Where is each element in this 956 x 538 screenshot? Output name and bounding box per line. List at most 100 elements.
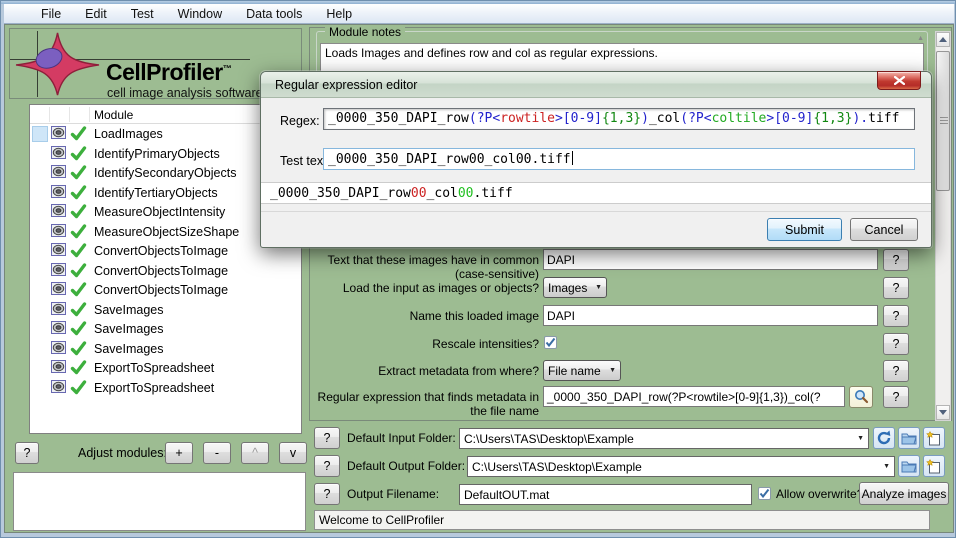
output-filename-help-button[interactable]: ? — [314, 483, 340, 505]
help-button[interactable]: ? — [883, 386, 909, 408]
app-title: CellProfiler™ — [106, 59, 231, 86]
output-folder-combo[interactable]: C:\Users\TAS\Desktop\Example ▼ — [467, 456, 895, 477]
chevron-down-icon[interactable]: ▼ — [877, 463, 890, 470]
module-icon — [51, 224, 66, 237]
input-folder-combo[interactable]: C:\Users\TAS\Desktop\Example ▼ — [459, 428, 869, 449]
regex-field[interactable]: _0000_350_DAPI_row(?P<rowtile>[0-9]{1,3}… — [323, 108, 915, 130]
app-tagline: cell image analysis software — [107, 86, 263, 100]
test-text-value: _0000_350_DAPI_row00_col00.tiff — [328, 152, 571, 167]
close-button[interactable] — [877, 71, 921, 90]
setting-label: Regular expression that finds metadata i… — [311, 390, 539, 418]
setting-input[interactable]: DAPI — [543, 249, 878, 270]
regex-token: _0000_350_DAPI_row — [328, 111, 469, 126]
folder-icon — [901, 459, 917, 473]
menu-item-edit[interactable]: Edit — [74, 5, 118, 23]
regex-token: [0-9] — [774, 111, 813, 126]
setting-input[interactable]: _0000_350_DAPI_row(?P<rowtile>[0-9]{1,3}… — [543, 386, 845, 407]
add-module-button[interactable]: + — [165, 442, 193, 464]
app-title-text: CellProfiler — [106, 59, 223, 85]
module-icon — [51, 243, 66, 256]
allow-overwrite-checkbox[interactable] — [758, 487, 771, 500]
browse-output-folder-button[interactable] — [898, 455, 920, 477]
refresh-folder-button[interactable] — [873, 427, 895, 449]
menu-item-test[interactable]: Test — [120, 5, 165, 23]
module-row[interactable]: SaveImages — [30, 339, 301, 359]
module-row[interactable]: ExportToSpreadsheet — [30, 378, 301, 398]
test-text-input[interactable]: _0000_350_DAPI_row00_col00.tiff — [323, 148, 915, 170]
setting-input[interactable]: DAPI — [543, 305, 878, 326]
selection-cell — [32, 165, 48, 181]
submit-button[interactable]: Submit — [767, 218, 842, 241]
help-button[interactable]: ? — [883, 305, 909, 327]
setting-row: Name this loaded imageDAPI? — [311, 305, 949, 329]
input-folder-help-button[interactable]: ? — [314, 427, 340, 449]
chevron-down-icon: ▼ — [603, 367, 616, 374]
new-output-folder-button[interactable] — [923, 455, 945, 477]
check-icon — [70, 204, 87, 219]
move-module-up-button[interactable]: ^ — [241, 442, 269, 464]
regex-editor-dialog: Regular expression editor Regex: _0000_3… — [260, 71, 932, 248]
check-icon — [70, 185, 87, 200]
module-icon — [51, 204, 66, 217]
regex-magnifier-button[interactable] — [849, 386, 873, 408]
help-button[interactable]: ? — [883, 249, 909, 271]
browse-input-folder-button[interactable] — [898, 427, 920, 449]
regex-token: > — [766, 111, 774, 126]
module-notes-textarea[interactable]: Loads Images and defines row and col as … — [320, 43, 924, 73]
regex-token: rowtile — [500, 111, 555, 126]
selection-cell — [32, 282, 48, 298]
module-icon — [51, 126, 66, 139]
checkmark-icon — [759, 488, 770, 499]
menu-item-data-tools[interactable]: Data tools — [235, 5, 313, 23]
output-folder-help-button[interactable]: ? — [314, 455, 340, 477]
setting-checkbox[interactable] — [544, 336, 557, 349]
analyze-images-button[interactable]: Analyze images — [859, 482, 949, 505]
module-row[interactable]: ConvertObjectsToImage — [30, 280, 301, 300]
check-icon — [70, 126, 87, 141]
module-name: ConvertObjectsToImage — [94, 283, 228, 297]
module-icon — [51, 341, 66, 354]
selection-cell — [32, 321, 48, 337]
dialog-title-bar[interactable]: Regular expression editor — [261, 72, 931, 98]
help-button[interactable]: ? — [883, 333, 909, 355]
setting-dropdown[interactable]: Images▼ — [543, 277, 607, 298]
new-input-folder-button[interactable] — [923, 427, 945, 449]
logo-area: CellProfiler™ cell image analysis softwa… — [9, 28, 302, 99]
regex-token: (?P< — [469, 111, 500, 126]
module-row[interactable]: SaveImages — [30, 319, 301, 339]
output-folder-value: C:\Users\TAS\Desktop\Example — [472, 460, 642, 474]
module-row[interactable]: SaveImages — [30, 300, 301, 320]
module-row[interactable]: ConvertObjectsToImage — [30, 261, 301, 281]
help-button[interactable]: ? — [883, 277, 909, 299]
chevron-down-icon[interactable]: ▼ — [851, 435, 864, 442]
regex-token: > — [555, 111, 563, 126]
move-module-down-button[interactable]: v — [279, 442, 307, 464]
output-filename-input[interactable]: DefaultOUT.mat — [459, 484, 752, 505]
help-button[interactable]: ? — [883, 360, 909, 382]
cancel-button[interactable]: Cancel — [850, 218, 918, 241]
setting-row: Rescale intensities?? — [311, 333, 949, 357]
menu-item-help[interactable]: Help — [315, 5, 363, 23]
cellprofiler-window: FileEditTestWindowData toolsHelp CellPro… — [0, 0, 956, 538]
scrollbar-thumb[interactable] — [936, 51, 950, 191]
selection-cell — [32, 204, 48, 220]
module-icon — [51, 263, 66, 276]
regex-token: 00 — [458, 186, 474, 201]
regex-token: tiff — [868, 111, 899, 126]
settings-scrollbar[interactable] — [935, 31, 951, 421]
menu-item-file[interactable]: File — [30, 5, 72, 23]
regex-token: . — [860, 111, 868, 126]
notes-scroll-up-icon[interactable]: ▲ — [917, 35, 924, 42]
module-row[interactable]: ExportToSpreadsheet — [30, 358, 301, 378]
remove-module-button[interactable]: - — [203, 442, 231, 464]
setting-row: Regular expression that finds metadata i… — [311, 386, 949, 410]
setting-dropdown[interactable]: File name▼ — [543, 360, 621, 381]
allow-overwrite-label: Allow overwrite? — [776, 487, 863, 501]
scroll-up-button[interactable] — [936, 32, 950, 47]
pipeline-help-button[interactable]: ? — [15, 442, 39, 464]
module-name: LoadImages — [94, 127, 163, 141]
menu-item-window[interactable]: Window — [167, 5, 233, 23]
regex-label: Regex: — [280, 114, 320, 128]
selection-cell — [32, 341, 48, 357]
scroll-down-button[interactable] — [936, 405, 950, 420]
